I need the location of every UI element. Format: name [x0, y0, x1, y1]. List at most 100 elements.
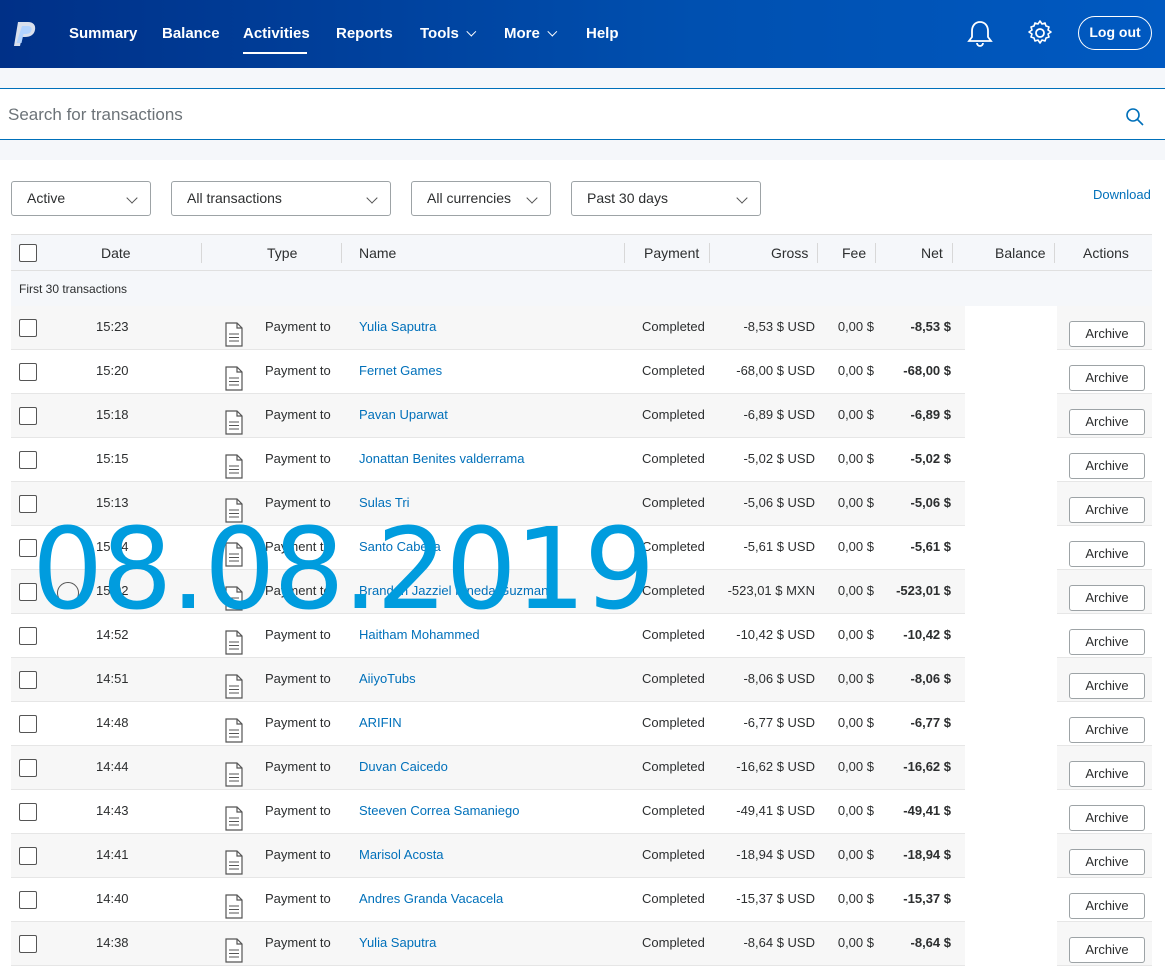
header-net[interactable]: Net — [921, 245, 943, 261]
table-row[interactable]: 14:44 Payment to Duvan Caicedo Completed -16… — [11, 746, 1152, 790]
nav-tools[interactable]: Tools — [420, 25, 477, 42]
archive-button[interactable]: Archive — [1069, 497, 1145, 523]
column-divider — [341, 243, 342, 263]
archive-button[interactable]: Archive — [1069, 673, 1145, 699]
row-name-link[interactable]: Brandon Jazziel Pineda Guzman — [359, 583, 548, 598]
archive-button[interactable]: Archive — [1069, 365, 1145, 391]
table-row[interactable]: 15:23 Payment to Yulia Saputra Completed -8,… — [11, 306, 1152, 350]
archive-button[interactable]: Archive — [1069, 849, 1145, 875]
row-background — [11, 746, 965, 790]
header-payment[interactable]: Payment — [644, 245, 699, 261]
nav-more[interactable]: More — [504, 25, 558, 42]
header-fee[interactable]: Fee — [842, 245, 866, 261]
archive-button[interactable]: Archive — [1069, 717, 1145, 743]
archive-button[interactable]: Archive — [1069, 453, 1145, 479]
row-checkbox[interactable] — [19, 935, 37, 953]
row-checkbox[interactable] — [19, 363, 37, 381]
row-name-link[interactable]: AiiyoTubs — [359, 671, 416, 686]
period-filter-dropdown[interactable]: Past 30 days — [571, 181, 761, 216]
row-checkbox[interactable] — [19, 671, 37, 689]
nav-summary[interactable]: Summary — [69, 25, 137, 42]
row-name-link[interactable]: Jonattan Benites valderrama — [359, 451, 524, 466]
header-actions: Actions — [1083, 245, 1129, 261]
row-name-link[interactable]: ARIFIN — [359, 715, 402, 730]
row-checkbox[interactable] — [19, 627, 37, 645]
table-row[interactable]: 15:18 Payment to Pavan Uparwat Completed -6,… — [11, 394, 1152, 438]
search-input[interactable] — [8, 103, 1008, 127]
table-row[interactable]: 14:40 Payment to Andres Granda Vacacela Com… — [11, 878, 1152, 922]
row-checkbox[interactable] — [19, 583, 37, 601]
row-background — [11, 482, 965, 526]
table-row[interactable]: 15:02 Payment to Brandon Jazziel Pineda Gu… — [11, 570, 1152, 614]
archive-button[interactable]: Archive — [1069, 893, 1145, 919]
status-filter-dropdown[interactable]: Active — [11, 181, 151, 216]
row-time: 14:43 — [96, 803, 129, 818]
header-gross[interactable]: Gross — [771, 245, 808, 261]
row-checkbox[interactable] — [19, 803, 37, 821]
archive-button[interactable]: Archive — [1069, 805, 1145, 831]
row-checkbox[interactable] — [19, 715, 37, 733]
group-label: First 30 transactions — [19, 282, 128, 296]
table-row[interactable]: 15:15 Payment to Jonattan Benites valderra… — [11, 438, 1152, 482]
search-icon[interactable] — [1125, 107, 1145, 127]
row-checkbox[interactable] — [19, 847, 37, 865]
nav-balance[interactable]: Balance — [162, 25, 220, 42]
row-name-link[interactable]: Yulia Saputra — [359, 319, 436, 334]
table-row[interactable]: 14:43 Payment to Steeven Correa Samaniego C… — [11, 790, 1152, 834]
archive-button[interactable]: Archive — [1069, 321, 1145, 347]
row-checkbox[interactable] — [19, 759, 37, 777]
table-row[interactable]: 14:41 Payment to Marisol Acosta Completed -1… — [11, 834, 1152, 878]
row-name-link[interactable]: Sulas Tri — [359, 495, 410, 510]
row-name-link[interactable]: Pavan Uparwat — [359, 407, 448, 422]
group-header: First 30 transactions — [11, 270, 1152, 306]
row-name-link[interactable]: Steeven Correa Samaniego — [359, 803, 519, 818]
archive-button[interactable]: Archive — [1069, 761, 1145, 787]
table-row[interactable]: 15:04 Payment to Santo Cabella Completed -5,… — [11, 526, 1152, 570]
select-all-checkbox[interactable] — [19, 244, 37, 262]
row-checkbox[interactable] — [19, 451, 37, 469]
row-checkbox[interactable] — [19, 407, 37, 425]
bell-icon[interactable] — [966, 18, 994, 48]
archive-button[interactable]: Archive — [1069, 409, 1145, 435]
row-checkbox[interactable] — [19, 495, 37, 513]
row-name-link[interactable]: Santo Cabella — [359, 539, 441, 554]
gear-icon[interactable] — [1026, 18, 1054, 48]
document-icon — [225, 762, 243, 787]
row-name-link[interactable]: Andres Granda Vacacela — [359, 891, 503, 906]
row-checkbox[interactable] — [19, 891, 37, 909]
row-name-link[interactable]: Fernet Games — [359, 363, 442, 378]
table-row[interactable]: 15:20 Payment to Fernet Games Completed -68,… — [11, 350, 1152, 394]
row-name-link[interactable]: Marisol Acosta — [359, 847, 444, 862]
currency-filter-dropdown[interactable]: All currencies — [411, 181, 551, 216]
row-checkbox[interactable] — [19, 319, 37, 337]
nav-activities[interactable]: Activities — [243, 25, 310, 42]
header-type[interactable]: Type — [267, 245, 297, 261]
table-row[interactable]: 14:51 Payment to AiiyoTubs Completed -8,06 $… — [11, 658, 1152, 702]
table-row[interactable]: 14:38 Payment to Yulia Saputra Completed -8,… — [11, 922, 1152, 966]
row-name-link[interactable]: Haitham Mohammed — [359, 627, 480, 642]
header-balance[interactable]: Balance — [995, 245, 1046, 261]
row-checkbox[interactable] — [19, 539, 37, 557]
row-status: Completed — [642, 759, 705, 774]
download-link[interactable]: Download — [1093, 187, 1151, 202]
type-filter-dropdown[interactable]: All transactions — [171, 181, 391, 216]
header-date[interactable]: Date — [101, 245, 131, 261]
archive-button[interactable]: Archive — [1069, 629, 1145, 655]
archive-button[interactable]: Archive — [1069, 937, 1145, 963]
table-row[interactable]: 15:13 Payment to Sulas Tri Completed -5,06 $… — [11, 482, 1152, 526]
archive-button[interactable]: Archive — [1069, 585, 1145, 611]
document-icon — [225, 938, 243, 963]
row-name-link[interactable]: Yulia Saputra — [359, 935, 436, 950]
table-row[interactable]: 14:52 Payment to Haitham Mohammed Completed… — [11, 614, 1152, 658]
top-navigation-bar: Summary Balance Activities Reports Tools… — [0, 0, 1165, 68]
row-net: -523,01 $ — [896, 583, 951, 598]
header-name[interactable]: Name — [359, 245, 396, 261]
row-time: 14:48 — [96, 715, 129, 730]
archive-button[interactable]: Archive — [1069, 541, 1145, 567]
nav-help[interactable]: Help — [586, 25, 619, 42]
nav-reports[interactable]: Reports — [336, 25, 393, 42]
table-row[interactable]: 14:48 Payment to ARIFIN Completed -6,77 $ US… — [11, 702, 1152, 746]
paypal-logo-icon[interactable] — [12, 20, 38, 48]
row-name-link[interactable]: Duvan Caicedo — [359, 759, 448, 774]
logout-button[interactable]: Log out — [1078, 16, 1152, 50]
